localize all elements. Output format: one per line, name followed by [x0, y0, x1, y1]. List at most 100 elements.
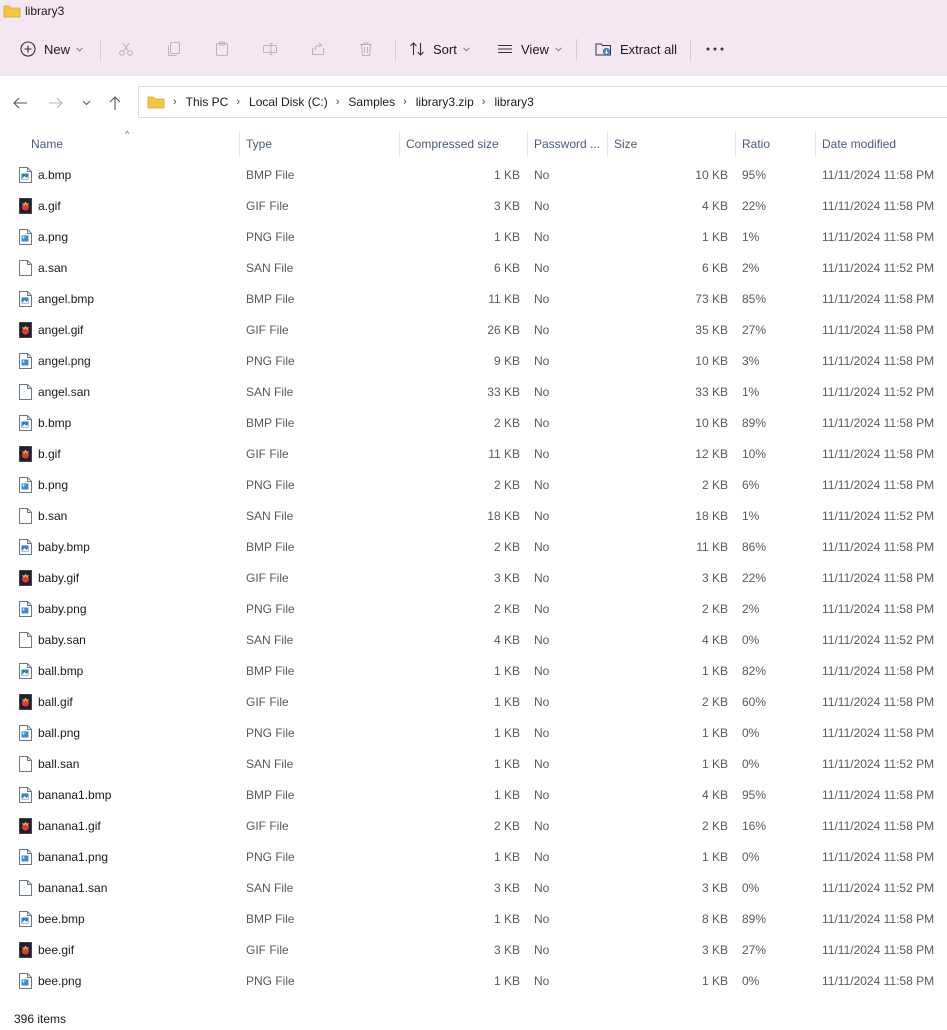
extract-folder-icon [595, 43, 611, 56]
file-row[interactable]: b.gif GIF File 11 KB No 12 KB 10% 11/11/2024 1… [0, 439, 947, 470]
recent-locations-button[interactable] [77, 94, 95, 112]
folder-icon [3, 5, 21, 18]
more-options-button[interactable] [706, 30, 724, 68]
image-file-icon [19, 973, 32, 989]
file-password: No [534, 819, 550, 833]
file-type: PNG File [246, 354, 295, 368]
file-row[interactable]: a.gif GIF File 3 KB No 4 KB 22% 11/11/2024 11:… [0, 191, 947, 222]
file-type: PNG File [246, 478, 295, 492]
file-ratio: 60% [742, 695, 767, 709]
forward-button[interactable] [47, 94, 65, 112]
file-row[interactable]: angel.png PNG File 9 KB No 10 KB 3% 11/11/2024… [0, 346, 947, 377]
column-resizer[interactable] [735, 132, 736, 156]
file-row[interactable]: baby.bmp BMP File 2 KB No 11 KB 86% 11/11/2024… [0, 532, 947, 563]
file-date-modified: 11/11/2024 11:58 PM [822, 416, 935, 430]
file-size: 8 KB [701, 912, 728, 926]
file-date-modified: 11/11/2024 11:58 PM [822, 292, 935, 306]
up-button[interactable] [106, 94, 124, 112]
file-type: BMP File [246, 788, 295, 802]
rename-button[interactable] [262, 30, 278, 68]
file-type: PNG File [246, 602, 295, 616]
column-header-size[interactable]: Size [614, 132, 637, 156]
file-compressed-size: 3 KB [493, 943, 520, 957]
file-row[interactable]: bee.png PNG File 1 KB No 1 KB 0% 11/11/2024 11… [0, 966, 947, 997]
breadcrumb-this-pc[interactable]: This PC [186, 95, 229, 109]
column-resizer[interactable] [607, 132, 608, 156]
column-resizer[interactable] [239, 132, 240, 156]
file-password: No [534, 912, 550, 926]
breadcrumb-library3[interactable]: library3 [494, 95, 533, 109]
file-row[interactable]: bee.bmp BMP File 1 KB No 8 KB 89% 11/11/2024 1… [0, 904, 947, 935]
file-password: No [534, 757, 550, 771]
file-date-modified: 11/11/2024 11:58 PM [822, 850, 935, 864]
file-row[interactable]: baby.png PNG File 2 KB No 2 KB 2% 11/11/2024 1… [0, 594, 947, 625]
file-row[interactable]: b.san SAN File 18 KB No 18 KB 1% 11/11/2024 11… [0, 501, 947, 532]
file-row[interactable]: banana1.gif GIF File 2 KB No 2 KB 16% 11/11/20… [0, 811, 947, 842]
file-row[interactable]: a.san SAN File 6 KB No 6 KB 2% 11/11/2024 11:5… [0, 253, 947, 284]
file-row[interactable]: ball.gif GIF File 1 KB No 2 KB 60% 11/11/2024 … [0, 687, 947, 718]
column-header-date-modified[interactable]: Date modified [822, 132, 896, 156]
file-compressed-size: 1 KB [493, 230, 520, 244]
file-row[interactable]: bee.gif GIF File 3 KB No 3 KB 27% 11/11/2024 1… [0, 935, 947, 966]
blank-file-icon [19, 880, 32, 896]
cut-button[interactable] [118, 30, 134, 68]
breadcrumb-samples[interactable]: Samples [348, 95, 395, 109]
file-row[interactable]: baby.san SAN File 4 KB No 4 KB 0% 11/11/2024 1… [0, 625, 947, 656]
column-header-password[interactable]: Password ... [534, 132, 600, 156]
extract-all-button[interactable]: Extract all [595, 30, 677, 68]
paste-button[interactable] [214, 30, 230, 68]
view-button[interactable]: View [497, 30, 562, 68]
sort-button-label: Sort [433, 41, 457, 57]
file-row[interactable]: baby.gif GIF File 3 KB No 3 KB 22% 11/11/2024 … [0, 563, 947, 594]
window-title: library3 [25, 4, 65, 18]
file-size: 1 KB [701, 757, 728, 771]
toolbar-divider [690, 39, 691, 61]
file-name: baby.gif [38, 571, 80, 585]
file-row[interactable]: angel.san SAN File 33 KB No 33 KB 1% 11/11/202… [0, 377, 947, 408]
file-size: 73 KB [695, 292, 728, 306]
file-password: No [534, 633, 550, 647]
column-header-ratio[interactable]: Ratio [742, 132, 770, 156]
file-size: 4 KB [701, 788, 728, 802]
column-resizer[interactable] [399, 132, 400, 156]
copy-icon [168, 42, 180, 56]
file-compressed-size: 9 KB [493, 354, 520, 368]
file-row[interactable]: ball.png PNG File 1 KB No 1 KB 0% 11/11/2024 1… [0, 718, 947, 749]
file-row[interactable]: b.png PNG File 2 KB No 2 KB 6% 11/11/2024 11:5… [0, 470, 947, 501]
file-row[interactable]: ball.san SAN File 1 KB No 1 KB 0% 11/11/2024 1… [0, 749, 947, 780]
column-resizer[interactable] [815, 132, 816, 156]
file-row[interactable]: angel.gif GIF File 26 KB No 35 KB 27% 11/11/20… [0, 315, 947, 346]
column-header-type[interactable]: Type [246, 132, 272, 156]
file-row[interactable]: banana1.png PNG File 1 KB No 1 KB 0% 11/11/202… [0, 842, 947, 873]
address-bar[interactable]: › This PC › Local Disk (C:) › Samples › … [138, 86, 947, 118]
sort-button[interactable]: Sort [409, 30, 470, 68]
file-row[interactable]: b.bmp BMP File 2 KB No 10 KB 89% 11/11/2024 11… [0, 408, 947, 439]
file-row[interactable]: ball.bmp BMP File 1 KB No 1 KB 82% 11/11/2024 … [0, 656, 947, 687]
breadcrumb-local-disk[interactable]: Local Disk (C:) [249, 95, 328, 109]
new-button[interactable]: New [20, 30, 83, 68]
blank-file-icon [19, 384, 32, 400]
file-row[interactable]: angel.bmp BMP File 11 KB No 73 KB 85% 11/11/20… [0, 284, 947, 315]
file-row[interactable]: banana1.san SAN File 3 KB No 3 KB 0% 11/11/202… [0, 873, 947, 904]
file-date-modified: 11/11/2024 11:58 PM [822, 912, 935, 926]
blank-file-icon [19, 508, 32, 524]
file-type: GIF File [246, 695, 289, 709]
file-size: 1 KB [701, 726, 728, 740]
file-ratio: 2% [742, 261, 760, 275]
breadcrumb-zip[interactable]: library3.zip [416, 95, 474, 109]
copy-button[interactable] [166, 30, 182, 68]
share-button[interactable] [310, 30, 326, 68]
back-button[interactable] [11, 94, 29, 112]
file-date-modified: 11/11/2024 11:58 PM [822, 943, 935, 957]
file-name: a.gif [38, 199, 61, 213]
delete-button[interactable] [358, 30, 374, 68]
column-header-compressed-size[interactable]: Compressed size [406, 132, 499, 156]
file-date-modified: 11/11/2024 11:58 PM [822, 447, 935, 461]
toolbar-divider [100, 39, 101, 61]
breadcrumb-separator: › [403, 96, 407, 108]
file-row[interactable]: banana1.bmp BMP File 1 KB No 4 KB 95% 11/11/20… [0, 780, 947, 811]
column-resizer[interactable] [527, 132, 528, 156]
file-row[interactable]: a.png PNG File 1 KB No 1 KB 1% 11/11/2024 11:5… [0, 222, 947, 253]
file-row[interactable]: a.bmp BMP File 1 KB No 10 KB 95% 11/11/2024 11… [0, 160, 947, 191]
column-header-name[interactable]: Name [31, 132, 63, 156]
